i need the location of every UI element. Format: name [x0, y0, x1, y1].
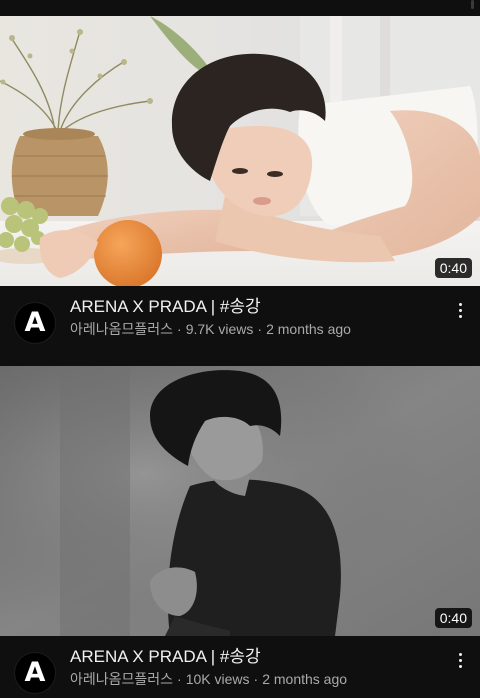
video-duration-badge: 0:40: [434, 608, 472, 628]
video-meta: A ARENA X PRADA | #송강 아레나옴므플러스 · 10K views…: [0, 638, 480, 698]
video-duration-badge: 0:40: [434, 258, 472, 278]
top-strip: [0, 0, 480, 9]
dot-shape: [458, 664, 462, 668]
video-thumbnail[interactable]: 0:40: [0, 16, 480, 286]
thumbnail-image: [0, 366, 480, 636]
video-title[interactable]: ARENA X PRADA | #송강: [70, 296, 261, 318]
separator-dot: ·: [257, 321, 263, 337]
view-count: 9.7K views: [185, 321, 254, 337]
dot-shape: [458, 302, 462, 306]
channel-avatar[interactable]: A: [14, 652, 56, 694]
channel-avatar[interactable]: A: [14, 302, 56, 344]
channel-name[interactable]: 아레나옴므플러스: [70, 671, 173, 687]
dot-shape: [458, 308, 462, 312]
channel-name[interactable]: 아레나옴므플러스: [70, 321, 173, 337]
upload-age: 2 months ago: [266, 321, 351, 337]
thumbnail-image: [0, 16, 480, 286]
video-subline: 아레나옴므플러스 · 10K views · 2 months ago: [70, 670, 347, 688]
video-meta: A ARENA X PRADA | #송강 아레나옴므플러스 · 9.7K view…: [0, 288, 480, 348]
scroll-indicator: [471, 0, 474, 9]
dot-shape: [458, 652, 462, 656]
separator-dot: ·: [177, 321, 182, 337]
video-thumbnail[interactable]: 0:40: [0, 366, 480, 636]
dot-shape: [458, 314, 462, 318]
video-title[interactable]: ARENA X PRADA | #송강: [70, 646, 261, 668]
more-vert-icon[interactable]: [450, 648, 470, 672]
upload-age: 2 months ago: [262, 671, 348, 687]
dot-shape: [458, 658, 462, 662]
video-subline: 아레나옴므플러스 · 9.7K views · 2 months ago: [70, 320, 351, 338]
view-count: 10K views: [185, 671, 250, 687]
more-vert-icon[interactable]: [450, 298, 470, 322]
separator-dot: ·: [177, 671, 182, 687]
separator-dot: ·: [253, 671, 259, 687]
